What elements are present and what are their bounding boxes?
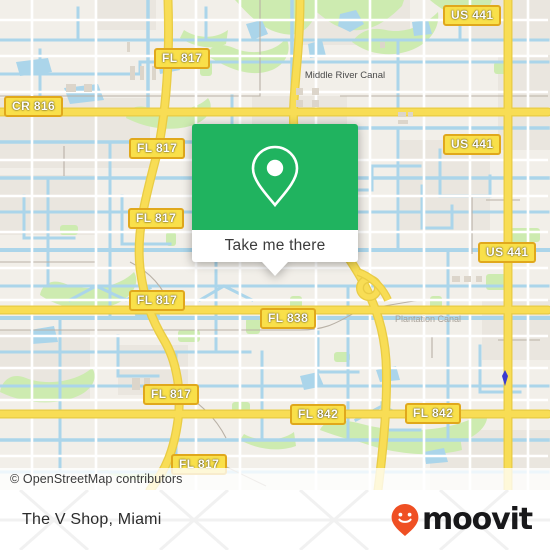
map-shield[interactable]: US 441 [443, 5, 502, 26]
shield-label: FL 817 [129, 290, 186, 311]
shield-label: FL 838 [260, 308, 317, 329]
map-shield[interactable]: FL 817 [128, 208, 185, 229]
shield-label: FL 817 [143, 384, 200, 405]
map-shield[interactable]: CR 816 [4, 96, 64, 117]
map-shield[interactable]: FL 838 [260, 308, 317, 329]
shield-label: US 441 [443, 134, 502, 155]
shield-label: FL 817 [128, 208, 185, 229]
moovit-wordmark: moovit [421, 502, 533, 537]
popup-cta-label: Take me there [224, 237, 326, 254]
map-shield[interactable]: US 441 [478, 242, 537, 263]
map-shield[interactable]: FL 817 [129, 290, 186, 311]
map-shield[interactable]: FL 817 [154, 48, 211, 69]
popup-icon-panel [192, 124, 358, 230]
shield-label: FL 842 [405, 403, 462, 424]
shield-label: FL 817 [154, 48, 211, 69]
footer-bar: The V Shop, Miami moovit [0, 490, 550, 550]
shield-label: FL 842 [290, 404, 347, 425]
osm-attribution-text: © OpenStreetMap contributors [10, 472, 183, 486]
shield-label: FL 817 [129, 138, 186, 159]
osm-attribution-bar: © OpenStreetMap contributors [0, 468, 550, 490]
place-name-label: The V Shop, Miami [22, 511, 162, 528]
moovit-logo[interactable]: moovit [390, 502, 533, 537]
shield-label: US 441 [443, 5, 502, 26]
map-shield[interactable]: FL 817 [143, 384, 200, 405]
shield-label: US 441 [478, 242, 537, 263]
moovit-pin-smile-icon [391, 504, 419, 536]
location-popup-card[interactable]: Take me there [192, 124, 358, 276]
map-label-1: Plantation Canal [395, 314, 461, 324]
shield-label: CR 816 [4, 96, 64, 117]
screenshot-root: Middle River Canal Plantation Canal US 4… [0, 0, 550, 550]
map-shield[interactable]: FL 842 [290, 404, 347, 425]
map-shield[interactable]: FL 817 [129, 138, 186, 159]
map-shield[interactable]: US 441 [443, 134, 502, 155]
map-pin-icon [251, 145, 299, 208]
popup-cta[interactable]: Take me there [192, 230, 358, 262]
map-label-0: Middle River Canal [305, 70, 385, 81]
popup-pointer-tail [262, 262, 288, 276]
map-shield[interactable]: FL 842 [405, 403, 462, 424]
